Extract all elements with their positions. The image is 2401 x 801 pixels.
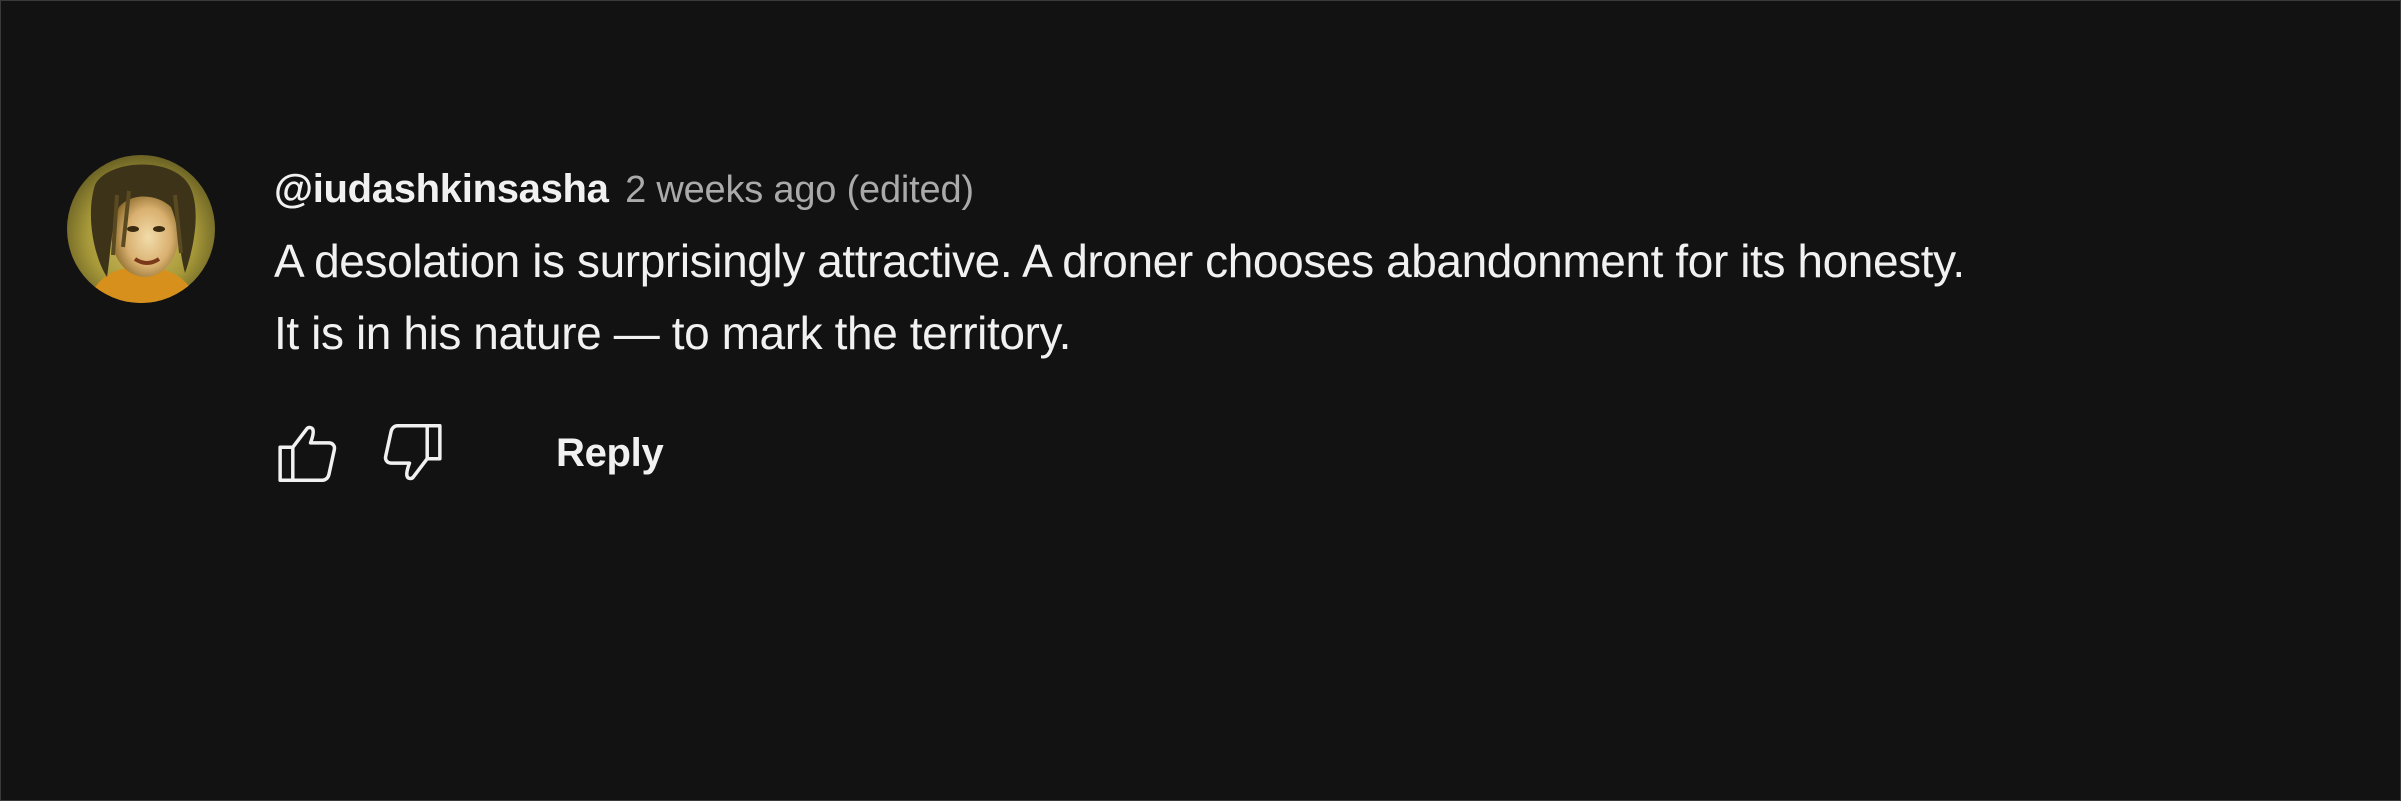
comment-timestamp[interactable]: 2 weeks ago (edited) — [625, 154, 974, 226]
dislike-button[interactable] — [372, 413, 452, 493]
reply-button[interactable]: Reply — [544, 413, 675, 493]
comment-text: A desolation is surprisingly attractive.… — [274, 225, 2314, 369]
comment-text-line: A desolation is surprisingly attractive.… — [274, 235, 1965, 287]
comment-header: @iudashkinsasha 2 weeks ago (edited) — [274, 153, 2314, 225]
like-button[interactable] — [268, 413, 348, 493]
comment-panel: @iudashkinsasha 2 weeks ago (edited) A d… — [0, 0, 2401, 801]
avatar-photo — [67, 155, 215, 303]
author-avatar[interactable] — [67, 155, 215, 303]
thumb-up-icon — [278, 425, 337, 482]
comment-content: @iudashkinsasha 2 weeks ago (edited) A d… — [274, 153, 2314, 482]
thumb-down-icon — [383, 424, 442, 481]
author-name[interactable]: @iudashkinsasha — [274, 153, 609, 225]
comment-text-line: It is in his nature — to mark the territ… — [274, 307, 1072, 359]
comment-actions: Reply — [268, 413, 968, 493]
